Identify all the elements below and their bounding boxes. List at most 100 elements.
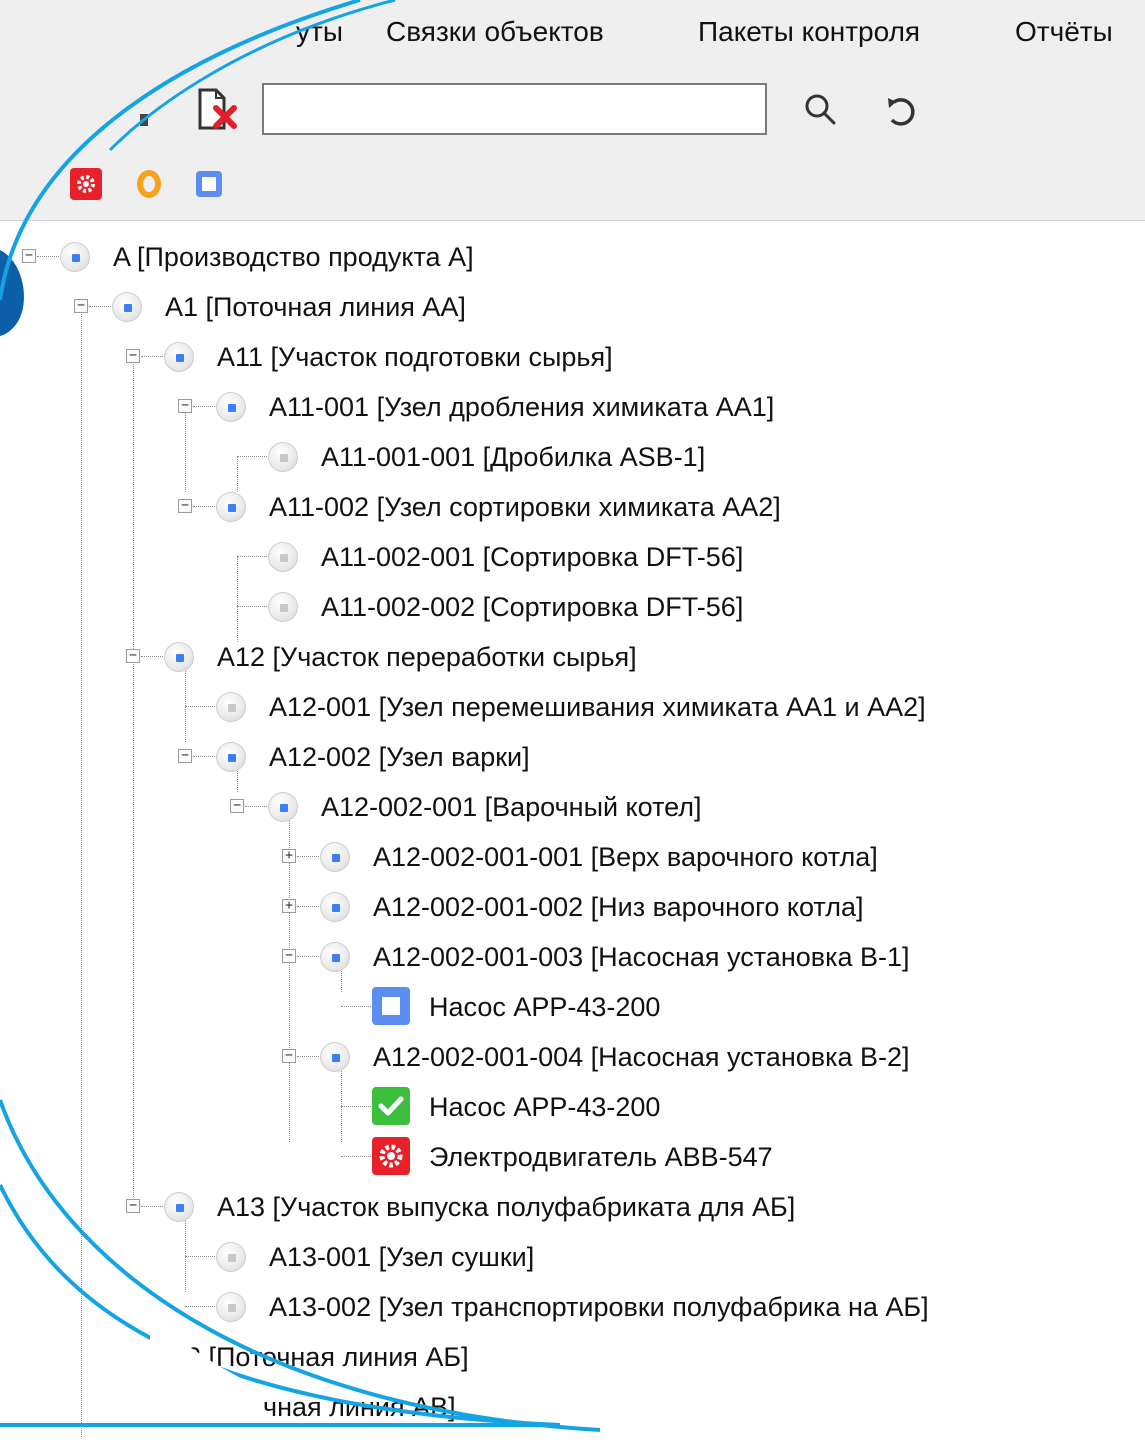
- menu-item-control-packages[interactable]: Пакеты контроля: [698, 12, 920, 52]
- tree-node-label: A12-002-001-002 [Низ варочного котла]: [373, 892, 864, 922]
- node-icon: [216, 1292, 246, 1322]
- tree-node-a11-001-001[interactable]: A11-001-001 [Дробилка ASB-1]: [0, 432, 900, 482]
- node-icon: [164, 1192, 194, 1222]
- collapse-icon[interactable]: −: [126, 1199, 140, 1213]
- collapse-icon[interactable]: −: [126, 649, 140, 663]
- tree-node-label: A11-002-001 [Сортировка DFT-56]: [321, 542, 744, 572]
- node-icon: [268, 542, 298, 572]
- node-icon: [216, 392, 246, 422]
- tree-node-label: Электродвигатель ABB-547: [429, 1142, 773, 1172]
- toolbar-partial-icon: [140, 114, 148, 126]
- tree-node-label: A12-002 [Узел варки]: [269, 742, 530, 772]
- tree-node-label: A13-002 [Узел транспортировки полуфабрик…: [269, 1292, 929, 1322]
- tree-node-a12-002-001-001[interactable]: + A12-002-001-001 [Верх варочного котла]: [0, 832, 1050, 882]
- tree-node-label: A13 [Участок выпуска полуфабриката для А…: [217, 1192, 796, 1222]
- collapse-icon[interactable]: −: [22, 249, 36, 263]
- refresh-icon: [888, 98, 915, 126]
- menu-item-reports[interactable]: Отчёты: [1015, 12, 1113, 52]
- tree-node-a[interactable]: − A [Производство продукта A]: [0, 232, 600, 282]
- tree-node-label: Насос APP-43-200: [429, 992, 661, 1022]
- node-icon: [216, 1242, 246, 1272]
- tree-node-label: A12-001 [Узел перемешивания химиката AA1…: [269, 692, 926, 722]
- tree-branch-line: [237, 606, 267, 607]
- tree-node-a12[interactable]: − A12 [Участок переработки сырья]: [0, 632, 800, 682]
- node-icon: [320, 1042, 350, 1072]
- tree-node-a11-002-001[interactable]: A11-002-001 [Сортировка DFT-56]: [0, 532, 900, 582]
- tree-branch-line: [297, 906, 319, 907]
- tree-node-a11[interactable]: − A11 [Участок подготовки сырья]: [0, 332, 800, 382]
- tree-node-motor[interactable]: Электродвигатель ABB-547: [0, 1132, 900, 1182]
- search-button[interactable]: [800, 90, 840, 130]
- search-input[interactable]: [262, 83, 767, 135]
- tree-node-label: A12-002-001-004 [Насосная установка B-2]: [373, 1042, 910, 1072]
- filter-alarm-button[interactable]: [70, 168, 102, 200]
- menu-item-tools[interactable]: уты: [296, 12, 343, 52]
- tree-node-a12-002[interactable]: − A12-002 [Узел варки]: [0, 732, 700, 782]
- node-icon: [164, 642, 194, 672]
- node-icon: [216, 492, 246, 522]
- tree-node-a12-002-001[interactable]: − A12-002-001 [Варочный котел]: [0, 782, 850, 832]
- menu-item-object-links[interactable]: Связки объектов: [386, 12, 604, 52]
- status-alarm-icon: [372, 1137, 410, 1175]
- tree-node-a11-002[interactable]: − A11-002 [Узел сортировки химиката AA2]: [0, 482, 950, 532]
- tree-node-a13-001[interactable]: A13-001 [Узел сушки]: [0, 1232, 700, 1282]
- tree-node-a13[interactable]: − A13 [Участок выпуска полуфабриката для…: [0, 1182, 1000, 1232]
- tree-node-a11-001[interactable]: − A11-001 [Узел дробления химиката AA1]: [0, 382, 950, 432]
- tree-branch-line: [297, 1056, 319, 1057]
- tree-node-label: A12-002-001-003 [Насосная установка B-1]: [373, 942, 910, 972]
- node-icon: [320, 892, 350, 922]
- tree-node-label: A11-002-002 [Сортировка DFT-56]: [321, 592, 744, 622]
- node-icon: [268, 592, 298, 622]
- node-icon: [60, 242, 90, 272]
- node-icon: [164, 342, 194, 372]
- tree-branch-line: [297, 856, 319, 857]
- collapse-icon[interactable]: −: [126, 349, 140, 363]
- tree-node-label: чная линия АВ]: [263, 1392, 456, 1422]
- tree-branch-line: [237, 556, 267, 557]
- collapse-icon[interactable]: −: [178, 399, 192, 413]
- tree-node-a2[interactable]: 2 [Поточная линия АБ]: [0, 1332, 700, 1382]
- tree-branch-line: [341, 1156, 371, 1157]
- tree-node-a1[interactable]: − A1 [Поточная линия AA]: [0, 282, 600, 332]
- collapse-icon[interactable]: −: [178, 499, 192, 513]
- tree-node-pump-b1[interactable]: Насос APP-43-200: [0, 982, 800, 1032]
- expand-icon[interactable]: +: [282, 899, 296, 913]
- tree-node-label: A [Производство продукта A]: [113, 242, 474, 272]
- tree-node-label: Насос APP-43-200: [429, 1092, 661, 1122]
- tree-branch-line: [297, 956, 319, 957]
- search-icon: [805, 94, 836, 125]
- tree-node-label: A11-001-001 [Дробилка ASB-1]: [321, 442, 706, 472]
- tree-node-label: A13-001 [Узел сушки]: [269, 1242, 535, 1272]
- expand-icon[interactable]: +: [282, 849, 296, 863]
- tree-node-a12-002-001-002[interactable]: + A12-002-001-002 [Низ варочного котла]: [0, 882, 1050, 932]
- tree-node-a13-002[interactable]: A13-002 [Узел транспортировки полуфабрик…: [0, 1282, 1140, 1332]
- tree-node-a11-002-002[interactable]: A11-002-002 [Сортировка DFT-56]: [0, 582, 900, 632]
- tree-branch-line: [341, 1106, 371, 1107]
- tree-branch-line: [141, 356, 163, 357]
- filter-unknown-button[interactable]: [193, 168, 225, 200]
- gear-alert-icon: [77, 175, 95, 193]
- tree-branch-line: [185, 1306, 215, 1307]
- collapse-icon[interactable]: −: [178, 749, 192, 763]
- delete-document-button[interactable]: [190, 86, 246, 134]
- tree-node-label: A12 [Участок переработки сырья]: [217, 642, 637, 672]
- collapse-icon[interactable]: −: [74, 299, 88, 313]
- tree-node-a3[interactable]: чная линия АВ]: [0, 1382, 700, 1432]
- node-icon: [268, 442, 298, 472]
- circle-orange-icon: [137, 170, 161, 198]
- collapse-icon[interactable]: −: [230, 799, 244, 813]
- tree-node-pump-b2[interactable]: Насос APP-43-200: [0, 1082, 800, 1132]
- tree-node-a12-002-001-003[interactable]: − A12-002-001-003 [Насосная установка B-…: [0, 932, 1070, 982]
- node-icon: [112, 292, 142, 322]
- tree-branch-line: [37, 256, 59, 257]
- tree-node-label: A12-002-001-001 [Верх варочного котла]: [373, 842, 878, 872]
- collapse-icon[interactable]: −: [282, 1049, 296, 1063]
- refresh-button[interactable]: [880, 90, 924, 134]
- filter-warning-button[interactable]: [134, 168, 164, 200]
- collapse-icon[interactable]: −: [282, 949, 296, 963]
- tree-branch-line: [89, 306, 111, 307]
- tree-node-label: A11 [Участок подготовки сырья]: [217, 342, 613, 372]
- tree-node-a12-001[interactable]: A12-001 [Узел перемешивания химиката AA1…: [0, 682, 1120, 732]
- tree-node-a12-002-001-004[interactable]: − A12-002-001-004 [Насосная установка B-…: [0, 1032, 1070, 1082]
- tree-branch-line: [237, 456, 267, 457]
